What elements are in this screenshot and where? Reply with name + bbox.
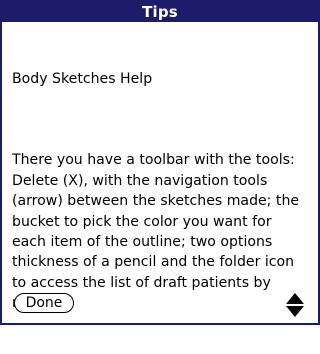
scroll-arrows bbox=[286, 293, 304, 317]
done-button[interactable]: Done bbox=[14, 293, 74, 313]
help-subtitle: Body Sketches Help bbox=[12, 70, 153, 87]
dialog-title: Tips bbox=[142, 3, 178, 21]
title-bar: Tips bbox=[2, 2, 318, 22]
tips-dialog: Tips Body Sketches Help There you have a… bbox=[0, 0, 320, 325]
help-body-text: There you have a toolbar with the tools:… bbox=[12, 152, 300, 311]
dialog-footer: Done bbox=[2, 293, 318, 319]
scroll-up-icon[interactable] bbox=[286, 293, 304, 304]
scroll-down-icon[interactable] bbox=[286, 306, 304, 317]
